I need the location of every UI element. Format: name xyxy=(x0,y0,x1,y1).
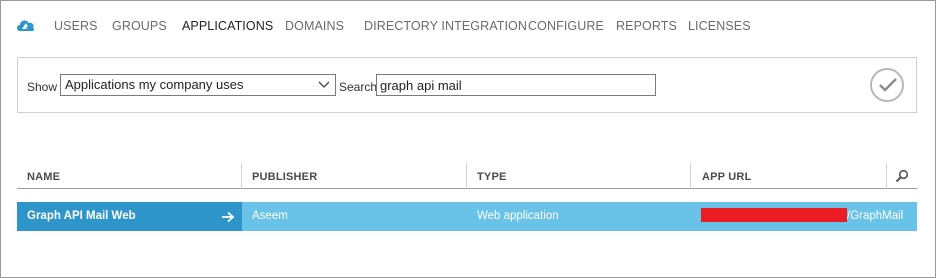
redaction-bar xyxy=(701,208,847,222)
name-cell[interactable]: Graph API Mail Web xyxy=(17,202,242,231)
chevron-down-icon xyxy=(317,77,331,91)
filter-panel: Show Applications my company uses Search xyxy=(17,57,917,113)
azure-cloud-icon[interactable] xyxy=(15,17,37,33)
show-dropdown-value: Applications my company uses xyxy=(65,77,244,92)
column-divider xyxy=(466,163,467,189)
arrow-right-icon[interactable] xyxy=(221,210,235,223)
column-divider xyxy=(690,163,691,189)
column-header-name[interactable]: NAME xyxy=(27,171,60,183)
column-header-publisher[interactable]: PUBLISHER xyxy=(252,171,317,183)
tab-groups[interactable]: GROUPS xyxy=(112,19,167,33)
column-divider xyxy=(886,163,887,189)
search-input[interactable] xyxy=(376,74,656,96)
column-header-app-url[interactable]: APP URL xyxy=(702,171,751,183)
table-header: NAME PUBLISHER TYPE APP URL xyxy=(17,163,917,189)
column-divider xyxy=(241,163,242,189)
tab-directory-integration[interactable]: DIRECTORY INTEGRATION xyxy=(364,19,527,33)
tab-users[interactable]: USERS xyxy=(54,19,98,33)
tab-reports[interactable]: REPORTS xyxy=(616,19,677,33)
tab-licenses[interactable]: LICENSES xyxy=(688,19,751,33)
tab-configure[interactable]: CONFIGURE xyxy=(528,19,604,33)
tab-domains[interactable]: DOMAINS xyxy=(285,19,344,33)
show-label: Show xyxy=(27,80,58,94)
search-label: Search xyxy=(339,80,378,94)
app-url-cell: /GraphMail xyxy=(847,210,904,222)
tab-applications[interactable]: APPLICATIONS xyxy=(182,19,273,33)
confirm-button[interactable] xyxy=(870,68,904,102)
show-dropdown[interactable]: Applications my company uses xyxy=(60,74,336,96)
magnifier-icon[interactable] xyxy=(895,169,909,183)
top-nav: USERS GROUPS APPLICATIONS DOMAINS DIRECT… xyxy=(1,1,935,51)
column-header-type[interactable]: TYPE xyxy=(477,171,507,183)
table-row[interactable]: Graph API Mail Web Aseem Web application… xyxy=(17,202,917,231)
type-cell: Web application xyxy=(477,210,559,222)
app-window: USERS GROUPS APPLICATIONS DOMAINS DIRECT… xyxy=(0,0,936,278)
publisher-cell: Aseem xyxy=(252,210,288,222)
app-name: Graph API Mail Web xyxy=(27,210,136,222)
